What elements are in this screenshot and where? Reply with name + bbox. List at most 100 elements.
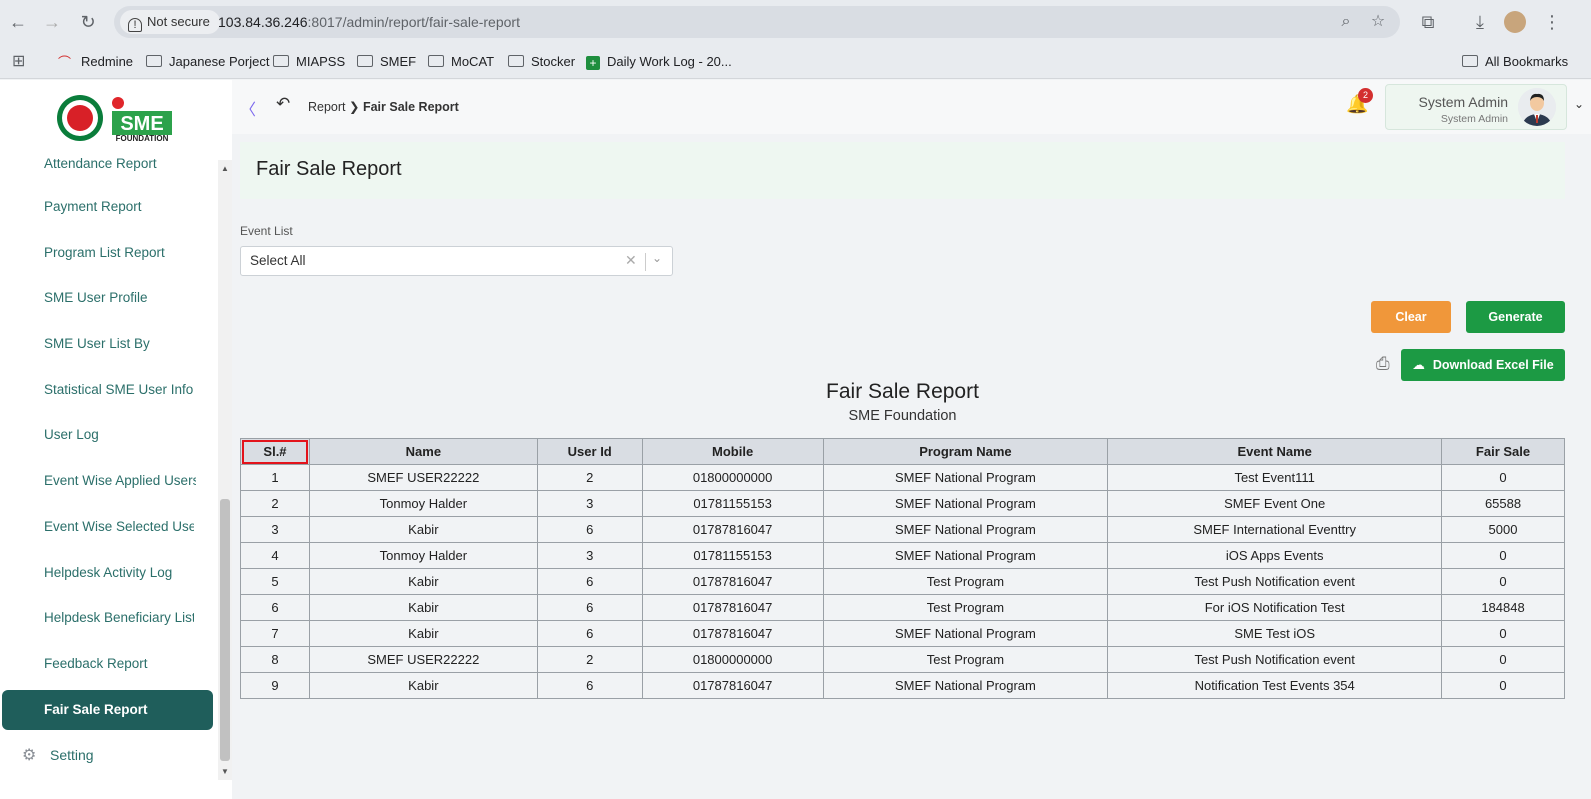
chevron-right-icon: ❯ [349, 100, 363, 114]
cell: 6 [536, 594, 643, 621]
address-bar[interactable]: ! Not secure 103.84.36.246:8017/admin/rep… [114, 6, 1400, 38]
cell: SMEF National Program [822, 464, 1109, 491]
menu-icon[interactable]: ⋮ [1540, 10, 1564, 34]
sidebar-item-sme-user-list-by[interactable]: SME User List By [44, 332, 204, 356]
folder-icon [428, 55, 444, 67]
cell: SMEF Event One [1107, 490, 1443, 517]
bookmark-smef[interactable]: SMEF [357, 51, 416, 73]
bookmark-miapss[interactable]: MIAPSS [273, 51, 345, 73]
sidebar-item-helpdesk-activity-log[interactable]: Helpdesk Activity Log [44, 561, 204, 585]
back-icon[interactable]: ↶ [276, 94, 290, 114]
download-icon[interactable]: ⤓ [1468, 10, 1492, 34]
cell: 01787816047 [641, 568, 824, 595]
table-header-row: Sl.# Name User Id Mobile Program Name Ev… [240, 438, 1565, 465]
clear-button[interactable]: Clear [1371, 301, 1451, 333]
cell: Notification Test Events 354 [1107, 672, 1443, 699]
sidebar-item-helpdesk-beneficiary-list[interactable]: Helpdesk Beneficiary List [44, 606, 194, 630]
cell: 9 [240, 672, 310, 699]
profile-avatar[interactable] [1504, 11, 1526, 33]
sidebar-item-sme-user-profile[interactable]: SME User Profile [44, 286, 204, 310]
collapse-sidebar-icon[interactable]: 〈 [240, 96, 256, 120]
breadcrumb-current: Fair Sale Report [362, 100, 459, 114]
browser-toolbar: ← → ↻ ! Not secure 103.84.36.246:8017/adm… [0, 0, 1591, 44]
sidebar-item-event-wise-selected-users[interactable]: Event Wise Selected Users [44, 515, 194, 539]
cell: 2 [536, 646, 643, 673]
forward-arrow-icon[interactable]: → [40, 10, 64, 34]
table-row: 3 Kabir 6 01787816047 SMEF National Program S… [240, 516, 1565, 543]
cell: 0 [1441, 672, 1565, 699]
all-bookmarks[interactable]: All Bookmarks [1462, 51, 1568, 73]
page-header: Fair Sale Report [240, 142, 1565, 199]
cell: 2 [240, 490, 310, 517]
folder-icon [146, 55, 162, 67]
bookmark-redmine[interactable]: ⌒ Redmine [58, 51, 133, 73]
cell: 184848 [1441, 594, 1565, 621]
warning-icon: ! [128, 18, 142, 32]
cell: Kabir [308, 672, 538, 699]
star-icon[interactable]: ☆ [1368, 12, 1388, 32]
bookmark-daily-work-log[interactable]: + Daily Work Log - 20... [586, 51, 732, 73]
scrollbar-thumb[interactable] [220, 499, 230, 761]
sidebar-item-statistical-sme-user-info[interactable]: Statistical SME User Info [44, 378, 204, 402]
cell: 0 [1441, 464, 1565, 491]
col-header-event-name: Event Name [1107, 438, 1443, 465]
bookmarks-bar: ⊞ ⌒ Redmine Japanese Porject MIAPSS SMEF … [0, 44, 1591, 79]
back-arrow-icon[interactable]: ← [6, 10, 30, 34]
sidebar-item-program-list-report[interactable]: Program List Report [44, 241, 204, 265]
cell: 01787816047 [641, 594, 824, 621]
zoom-icon[interactable]: ⌕ [1336, 12, 1356, 32]
chevron-down-icon[interactable]: ⌄ [1574, 97, 1584, 111]
bookmark-japanese-porject[interactable]: Japanese Porject [146, 51, 269, 73]
sidebar-item-setting[interactable]: ⚙ Setting [22, 745, 94, 765]
sidebar-item-feedback-report[interactable]: Feedback Report [44, 652, 204, 676]
page-title: Fair Sale Report [256, 158, 402, 180]
cell: SME Test iOS [1107, 620, 1443, 647]
sidebar-item-payment-report[interactable]: Payment Report [44, 195, 204, 219]
col-header-program-name: Program Name [822, 438, 1109, 465]
breadcrumb-report[interactable]: Report [308, 100, 346, 114]
bookmark-mocat[interactable]: MoCAT [428, 51, 494, 73]
notification-badge: 2 [1358, 88, 1373, 103]
table-row: 7 Kabir 6 01787816047 SMEF National Program S… [240, 620, 1565, 647]
notification-bell-icon[interactable]: 🔔 2 [1346, 88, 1373, 116]
url-text: 103.84.36.246:8017/admin/report/fair-sal… [218, 14, 520, 30]
chevron-down-icon[interactable]: ⌄ [652, 251, 662, 265]
print-icon[interactable]: ⎙ [1376, 354, 1390, 374]
event-list-label: Event List [240, 224, 293, 238]
cell: 01781155153 [641, 490, 824, 517]
app: SME FOUNDATION Attendance Report Payment… [0, 80, 1591, 799]
clear-selection-icon[interactable]: ✕ [625, 252, 637, 269]
table-row: 1 SMEF USER22222 2 01800000000 SMEF National… [240, 464, 1565, 491]
folder-icon [508, 55, 524, 67]
cell: 4 [240, 542, 310, 569]
reload-icon[interactable]: ↻ [76, 10, 100, 34]
table-row: 2 Tonmoy Halder 3 01781155153 SMEF National … [240, 490, 1565, 517]
sidebar-item-event-wise-applied-users[interactable]: Event Wise Applied Users [44, 469, 196, 493]
folder-icon [273, 55, 289, 67]
scroll-up-icon[interactable]: ▲ [221, 164, 229, 173]
download-excel-button[interactable]: ☁ Download Excel File [1401, 349, 1565, 381]
security-chip[interactable]: ! Not secure [120, 10, 220, 34]
user-menu[interactable]: System Admin System Admin [1385, 84, 1567, 130]
event-list-select[interactable]: Select All ✕ ⌄ [240, 246, 673, 276]
cell: SMEF International Eventtry [1107, 516, 1443, 543]
sme-foundation-logo: SME FOUNDATION [56, 94, 176, 143]
cell: SMEF National Program [822, 672, 1109, 699]
apps-grid-icon[interactable]: ⊞ [12, 51, 25, 73]
folder-icon [357, 55, 373, 67]
cell: 01781155153 [641, 542, 824, 569]
topbar: 〈 ↶ Report ❯ Fair Sale Report 🔔 2 System… [232, 80, 1591, 134]
cell: Kabir [308, 516, 538, 543]
col-header-fair-sale: Fair Sale [1441, 438, 1565, 465]
sidebar-item-fair-sale-report[interactable]: Fair Sale Report [2, 690, 213, 730]
cell: 8 [240, 646, 310, 673]
sidebar-item-attendance-report[interactable]: Attendance Report [44, 152, 204, 176]
user-role: System Admin [1440, 113, 1508, 125]
scroll-down-icon[interactable]: ▼ [221, 767, 229, 776]
sidebar-scrollbar[interactable]: ▲ ▼ [218, 160, 232, 780]
sidebar-item-user-log[interactable]: User Log [44, 423, 204, 447]
bookmark-stocker[interactable]: Stocker [508, 51, 575, 73]
generate-button[interactable]: Generate [1466, 301, 1565, 333]
cell: 01787816047 [641, 620, 824, 647]
extensions-icon[interactable]: ⧉ [1416, 10, 1440, 34]
